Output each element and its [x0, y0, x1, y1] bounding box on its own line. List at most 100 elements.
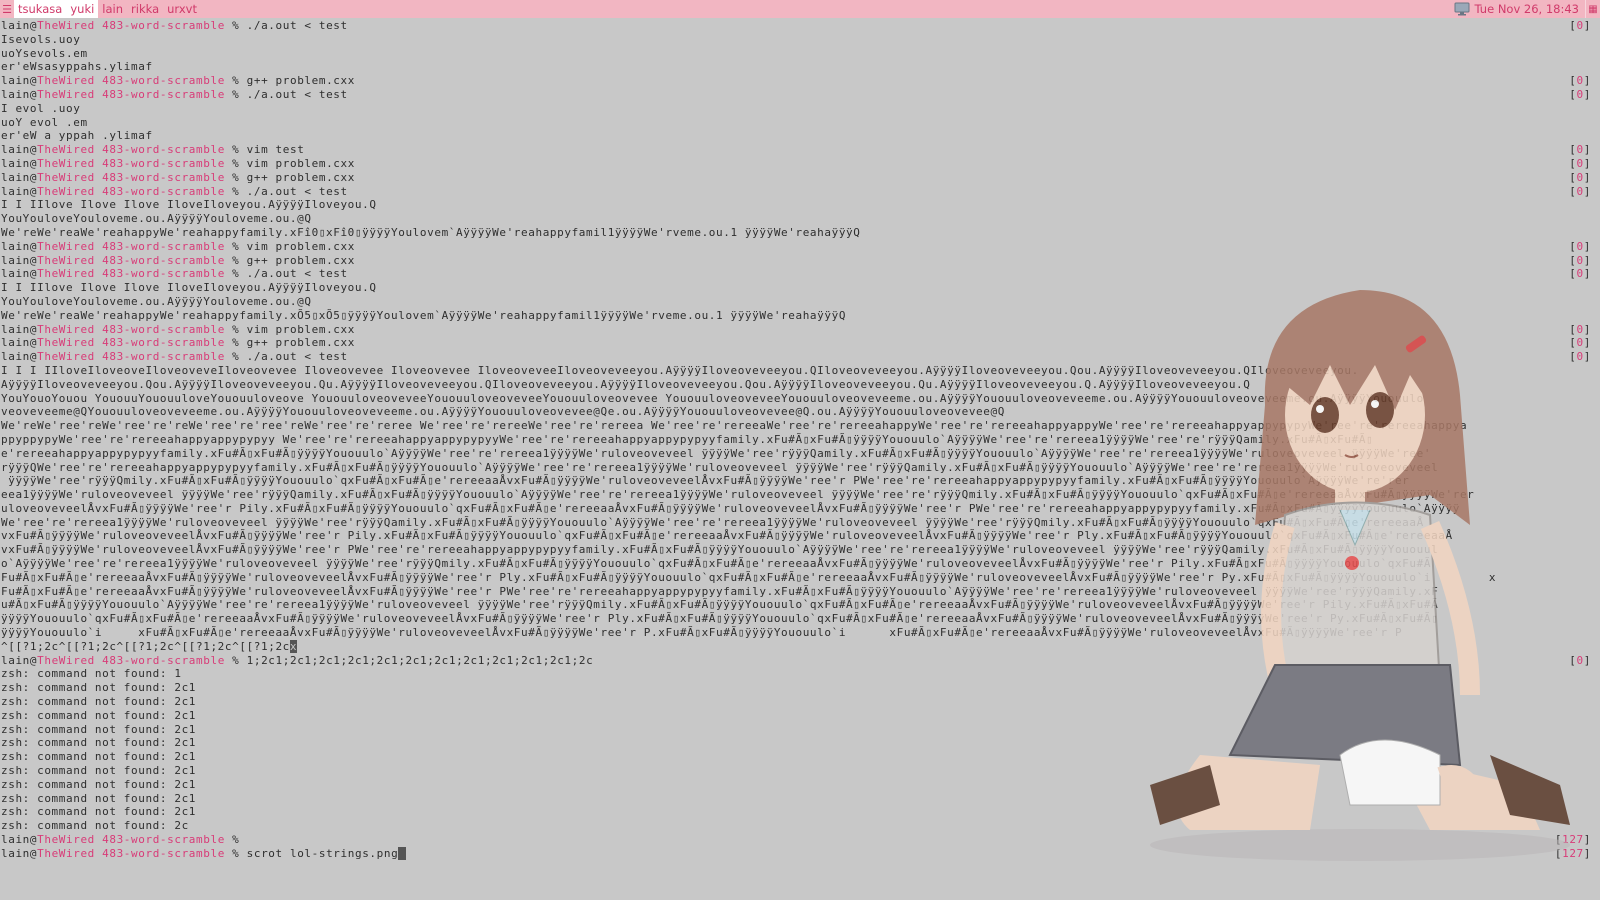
prompt-host: TheWired: [37, 267, 95, 281]
prompt-dir: 483-word-scramble: [102, 253, 225, 267]
output-line: zsh: command not found: 2c: [1, 819, 1599, 833]
output-line: YouYouloveYouloveme.ou.AÿÿÿÿYouloveme.ou…: [1, 212, 1599, 226]
prompt-symbol: %: [232, 322, 240, 336]
exit-status: [127]: [1554, 833, 1591, 847]
command-text: ./a.out < test: [246, 87, 348, 101]
output-text: zsh: command not found: 2c1: [1, 805, 197, 819]
output-line: uoY evol .em: [1, 116, 1599, 130]
exit-status-value: 127: [1562, 833, 1584, 847]
text-cursor: [398, 846, 406, 860]
exit-status: [0]: [1569, 156, 1591, 170]
output-line: Isevols.uoy: [1, 33, 1599, 47]
output-line: vxFu#Ã▯ÿÿÿÿWe'ruloveoveveelÅvxFu#Ã▯ÿÿÿÿW…: [1, 543, 1599, 557]
prompt-symbol: %: [232, 87, 240, 101]
tag-lain[interactable]: lain: [98, 0, 127, 18]
tag-tsukasa[interactable]: tsukasa: [14, 0, 67, 18]
exit-status-value: 0: [1576, 336, 1584, 350]
prompt-user: lain: [1, 350, 30, 364]
output-text: vxFu#Ã▯ÿÿÿÿWe'ruloveoveveelÅvxFu#Ã▯ÿÿÿÿW…: [1, 543, 1439, 557]
output-text: uloveoveveelÅvxFu#Ã▯ÿÿÿÿWe'ree'r Pily.xF…: [1, 501, 1460, 515]
menu-icon[interactable]: ☰: [0, 0, 14, 18]
output-text: ÿÿÿÿYououulo`qxFu#Ã▯xFu#Ã▯e'rereeaaÅvxFu…: [1, 612, 1439, 626]
prompt-symbol: %: [232, 267, 240, 281]
output-line: I I I IIloveIloveoveIloveoveveIloveoveve…: [1, 364, 1599, 378]
exit-status: [0]: [1569, 184, 1591, 198]
output-line: zsh: command not found: 2c1: [1, 805, 1599, 819]
command-text: ./a.out < test: [246, 19, 348, 32]
output-line: ÿÿÿÿWe'ree'rÿÿÿQmily.xFu#Ã▯xFu#Ã▯ÿÿÿÿYou…: [1, 474, 1599, 488]
prompt-line: lain@TheWired 483-word-scramble % ./a.ou…: [1, 88, 1599, 102]
output-line: o`AÿÿÿÿWe'ree're'rereea1ÿÿÿÿWe'ruloveove…: [1, 557, 1599, 571]
prompt-dir: 483-word-scramble: [102, 239, 225, 253]
output-line: YouYouloveYouloveme.ou.AÿÿÿÿYouloveme.ou…: [1, 295, 1599, 309]
output-line: uloveoveveelÅvxFu#Ã▯ÿÿÿÿWe'ree'r Pily.xF…: [1, 502, 1599, 516]
output-text: er'eWsasyppahs.ylimaf: [1, 60, 153, 74]
prompt-line: lain@TheWired 483-word-scramble % vim pr…: [1, 240, 1599, 254]
clock-area: Tue Nov 26, 18:43 ▦: [1452, 0, 1600, 18]
tile-layout-icon[interactable]: ▦: [1585, 0, 1600, 18]
exit-status: [0]: [1569, 322, 1591, 336]
prompt-line: lain@TheWired 483-word-scramble % 1;2c1;…: [1, 654, 1599, 668]
command-text: scrot lol-strings.png: [246, 846, 399, 860]
output-line: zsh: command not found: 2c1: [1, 750, 1599, 764]
output-text: I I IIlove Ilove Ilove IloveIloveyou.Aÿÿ…: [1, 198, 377, 212]
output-text: o`AÿÿÿÿWe'ree're'rereea1ÿÿÿÿWe'ruloveove…: [1, 557, 1432, 571]
prompt-symbol: %: [232, 184, 240, 198]
output-line: vxFu#Ã▯ÿÿÿÿWe'ruloveoveveelÅvxFu#Ã▯ÿÿÿÿW…: [1, 529, 1599, 543]
exit-status-value: 0: [1576, 253, 1584, 267]
prompt-user: lain: [1, 170, 30, 184]
output-text: YouYouoYouou YououuYououuloveYououuloveo…: [1, 391, 1424, 405]
prompt-user: lain: [1, 322, 30, 336]
exit-status: [127]: [1554, 846, 1591, 860]
prompt-dir: 483-word-scramble: [102, 74, 225, 88]
prompt-line: lain@TheWired 483-word-scramble % g++ pr…: [1, 254, 1599, 268]
output-text: ÿÿÿÿYououulo`i xFu#Ã▯xFu#Ã▯e'rereeaaÅvxF…: [1, 626, 1403, 640]
output-text: We'reWe'reaWe'reahappyWe'reahappyfamily.…: [1, 308, 847, 322]
tag-rikka[interactable]: rikka: [127, 0, 163, 18]
output-text: ÿÿÿÿWe'ree'rÿÿÿQmily.xFu#Ã▯xFu#Ã▯ÿÿÿÿYou…: [1, 474, 1410, 488]
output-line: zsh: command not found: 2c1: [1, 778, 1599, 792]
prompt-symbol: %: [232, 336, 240, 350]
output-text: I I I IIloveIloveoveIloveoveveIloveoveve…: [1, 363, 1359, 377]
prompt-dir: 483-word-scramble: [102, 156, 225, 170]
output-line: ^[[?1;2c^[[?1;2c^[[?1;2c^[[?1;2c^[[?1;2c…: [1, 639, 1599, 654]
prompt-line: lain@TheWired 483-word-scramble % vim pr…: [1, 157, 1599, 171]
prompt-user: lain: [1, 19, 30, 32]
prompt-symbol: %: [232, 253, 240, 267]
prompt-host: TheWired: [37, 322, 95, 336]
exit-status: [0]: [1569, 143, 1591, 157]
exit-status: [0]: [1569, 336, 1591, 350]
output-line: zsh: command not found: 2c1: [1, 681, 1599, 695]
command-text: vim test: [246, 143, 305, 157]
prompt-user: lain: [1, 156, 30, 170]
tag-yuki[interactable]: yuki: [66, 0, 99, 18]
prompt-line: lain@TheWired 483-word-scramble % g++ pr…: [1, 74, 1599, 88]
tag-urxvt[interactable]: urxvt: [163, 0, 201, 18]
command-text: ./a.out < test: [246, 267, 348, 281]
output-line: ÿÿÿÿYououulo`qxFu#Ã▯xFu#Ã▯e'rereeaaÅvxFu…: [1, 612, 1599, 626]
exit-status-value: 0: [1576, 143, 1584, 157]
prompt-host: TheWired: [37, 19, 95, 32]
prompt-symbol: %: [232, 74, 240, 88]
exit-status-value: 0: [1576, 350, 1584, 364]
output-text: rÿÿÿQWe'ree're'rereeahappyappypypyyfamil…: [1, 460, 1439, 474]
output-line: veoveveeme@QYououuloveoveveeme.ou.AÿÿÿÿY…: [1, 405, 1599, 419]
text-cursor: x: [289, 639, 298, 653]
output-line: er'eWsasyppahs.ylimaf: [1, 60, 1599, 74]
exit-status-value: 0: [1576, 156, 1584, 170]
output-text: ^[[?1;2c^[[?1;2c^[[?1;2c^[[?1;2c^[[?1;2c: [1, 639, 290, 653]
prompt-host: TheWired: [37, 74, 95, 88]
exit-status-value: 0: [1576, 239, 1584, 253]
output-line: We'reWe'reaWe'reahappyWe'reahappyfamily.…: [1, 226, 1599, 240]
exit-status-value: 0: [1576, 184, 1584, 198]
terminal-window[interactable]: lain@TheWired 483-word-scramble % ./a.ou…: [1, 19, 1599, 900]
prompt-user: lain: [1, 336, 30, 350]
exit-status: [0]: [1569, 653, 1591, 667]
output-text: veoveveeme@QYououuloveoveveeme.ou.AÿÿÿÿY…: [1, 405, 1005, 419]
prompt-host: TheWired: [37, 350, 95, 364]
output-text: I I IIlove Ilove Ilove IloveIloveyou.Aÿÿ…: [1, 281, 377, 295]
output-line: zsh: command not found: 1: [1, 667, 1599, 681]
prompt-host: TheWired: [37, 239, 95, 253]
output-text: YouYouloveYouloveme.ou.AÿÿÿÿYouloveme.ou…: [1, 212, 312, 226]
command-text: g++ problem.cxx: [246, 74, 355, 88]
